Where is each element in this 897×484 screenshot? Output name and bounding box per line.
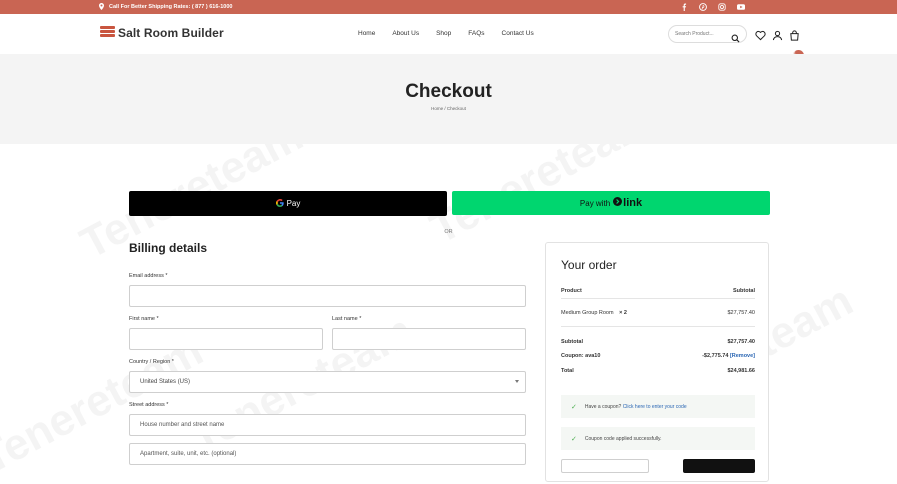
billing-title: Billing details [129,241,208,255]
country-label: Country / Region * [129,359,174,365]
call-info: Call For Better Shipping Rates: ( 877 ) … [99,0,232,14]
apartment-field[interactable]: Apartment, suite, unit, etc. (optional) [129,443,526,465]
last-name-field[interactable] [332,328,526,350]
subtotal-row: Subtotal $27,757.40 [561,339,755,345]
page-hero: Checkout Home / Checkout [0,54,897,144]
main-nav: Home About Us Shop FAQs Contact Us [358,30,551,37]
order-summary: Your order Product Subtotal Medium Group… [545,242,769,482]
coupon-prompt-notice: ✓ Have a coupon? Click here to enter you… [561,395,755,418]
check-icon: ✓ [571,403,577,411]
social-links [680,0,745,14]
street-field[interactable]: House number and street name [129,414,526,436]
have-coupon-text: Have a coupon? [584,403,622,410]
check-icon: ✓ [571,435,577,443]
chevron-down-icon [515,380,519,383]
order-title: Your order [561,258,617,272]
enter-coupon-link[interactable]: Click here to enter your code [623,404,687,410]
breadcrumb: Home / Checkout [0,106,897,111]
item-name: Medium Group Room [561,310,614,316]
total-label: Total [561,368,574,374]
google-pay-label: Pay [286,199,301,208]
nav-shop[interactable]: Shop [436,30,451,37]
user-icon[interactable] [772,28,783,41]
breadcrumb-current: Checkout [446,106,466,111]
apartment-placeholder: Apartment, suite, unit, etc. (optional) [140,451,237,457]
google-pay-button[interactable]: Pay [129,191,447,216]
search-box [668,25,747,43]
column-subtotal: Subtotal [733,288,755,294]
brand-name: Salt Room Builder [118,26,224,40]
or-divider: OR [444,229,453,235]
item-price: $27,757.40 [727,310,755,316]
breadcrumb-separator: / [444,106,446,111]
call-text: Call For Better Shipping Rates: ( 877 ) … [109,4,233,10]
header-icons: 2 [755,28,804,61]
cart-icon[interactable]: 2 [789,28,804,61]
email-field[interactable] [129,285,526,307]
youtube-icon[interactable] [737,3,745,11]
first-name-label: First name * [129,316,159,322]
google-g-icon [275,198,284,209]
divider [561,298,755,299]
apply-coupon-button[interactable] [683,459,755,473]
link-arrow-icon [613,197,623,209]
order-header-row: Product Subtotal [561,288,755,294]
link-pay-button[interactable]: Pay with link [452,191,770,215]
last-name-label: Last name * [332,316,362,322]
instagram-icon[interactable] [718,3,726,11]
nav-home[interactable]: Home [358,30,375,37]
subtotal-value: $27,757.40 [727,339,755,345]
coupon-row: Coupon: ava10 -$2,775.74 [Remove] [561,353,755,359]
nav-contact-us[interactable]: Contact Us [502,30,534,37]
search-input[interactable] [675,31,735,37]
page-title: Checkout [405,81,492,102]
coupon-code-input[interactable] [561,459,649,473]
nav-faqs[interactable]: FAQs [468,30,484,37]
coupon-discount: -$2,775.74 [702,353,729,359]
street-placeholder: House number and street name [140,422,225,428]
coupon-remove-link[interactable]: [Remove] [730,353,755,359]
salt-brick-logo-icon [100,26,115,40]
email-label: Email address * [129,273,168,279]
country-select[interactable]: United States (US) [129,371,526,393]
site-header: Salt Room Builder Home About Us Shop FAQ… [0,14,897,61]
subtotal-label: Subtotal [561,339,583,345]
coupon-success-text: Coupon code applied successfully. [584,435,662,442]
search-icon[interactable] [731,30,740,48]
order-item-row: Medium Group Room × 2 $27,757.40 [561,310,755,316]
top-bar: Call For Better Shipping Rates: ( 877 ) … [0,0,897,14]
total-value: $24,981.66 [727,368,755,374]
coupon-success-notice: ✓ Coupon code applied successfully. [561,427,755,450]
nav-about-us[interactable]: About Us [392,30,419,37]
link-brand: link [623,197,643,209]
breadcrumb-home[interactable]: Home [431,106,443,111]
link-pay-prefix: Pay with [579,198,611,208]
coupon-label: Coupon: ava10 [561,353,601,359]
logo[interactable]: Salt Room Builder [100,26,224,40]
country-value: United States (US) [140,379,191,385]
column-product: Product [561,288,582,294]
street-label: Street address * [129,402,169,408]
total-row: Total $24,981.66 [561,368,755,374]
item-quantity: × 2 [619,310,627,316]
location-pin-icon [99,2,104,12]
first-name-field[interactable] [129,328,323,350]
pinterest-icon[interactable] [699,3,707,11]
divider [561,326,755,327]
heart-icon[interactable] [755,28,766,41]
facebook-icon[interactable] [680,3,688,11]
